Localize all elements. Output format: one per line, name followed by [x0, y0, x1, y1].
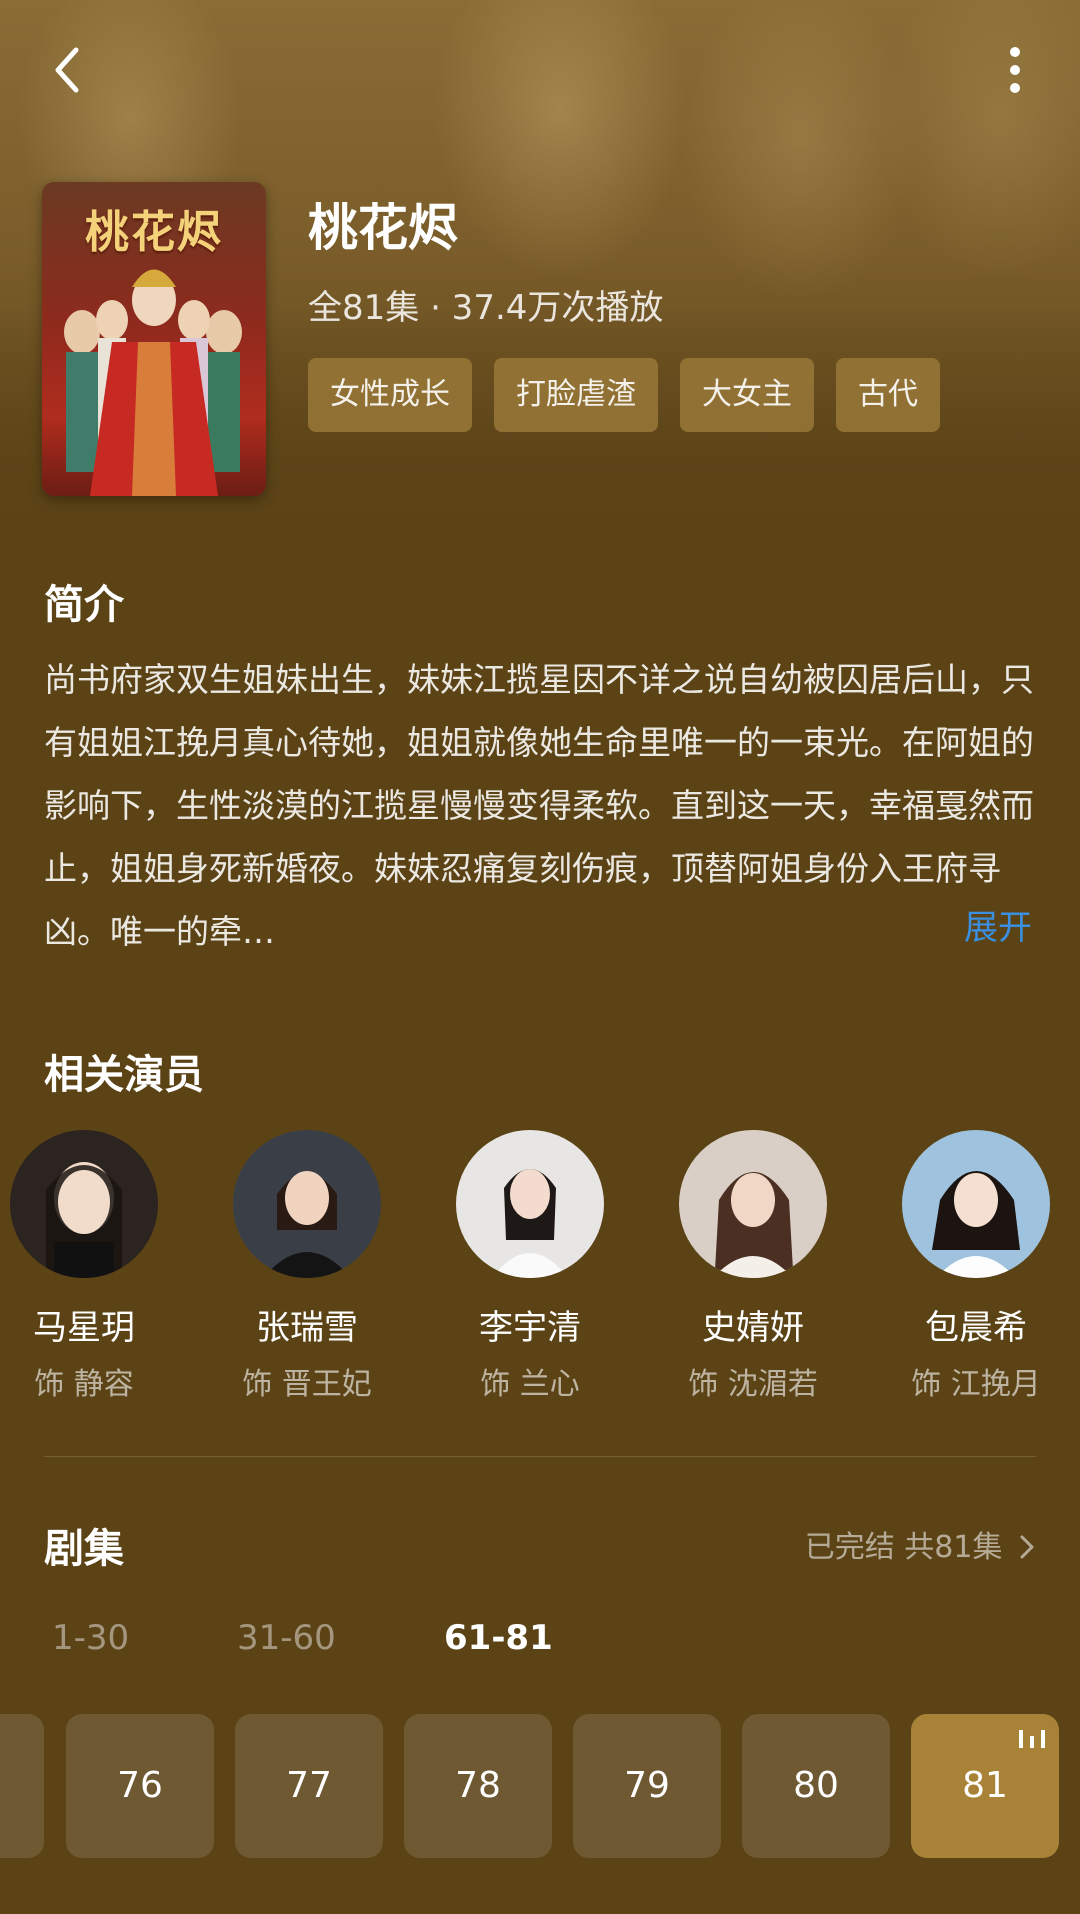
- avatar: [10, 1130, 158, 1278]
- episodes-status-text: 已完结 共81集: [804, 1530, 1003, 1565]
- back-button[interactable]: [38, 40, 98, 100]
- episodes-status-link[interactable]: 已完结 共81集: [805, 1522, 1036, 1566]
- episode-button-active[interactable]: 81: [911, 1714, 1059, 1858]
- more-button[interactable]: [990, 40, 1040, 100]
- drama-title: 桃花烬: [308, 199, 458, 257]
- actor-card[interactable]: 张瑞雪 饰 晋王妃: [207, 1130, 407, 1403]
- actor-name: 马星玥: [33, 1308, 135, 1348]
- poster-illustration: [64, 269, 242, 496]
- drama-meta: 全81集 · 37.4万次播放: [308, 288, 664, 328]
- avatar: [233, 1130, 381, 1278]
- actor-role: 饰 沈湄若: [688, 1367, 818, 1402]
- chevron-left-icon: [55, 47, 79, 93]
- actor-name: 史婧妍: [702, 1308, 804, 1348]
- actor-role: 饰 兰心: [480, 1367, 580, 1402]
- tag[interactable]: 打脸虐渣: [494, 358, 658, 432]
- avatar: [902, 1130, 1050, 1278]
- episode-button[interactable]: 78: [404, 1714, 552, 1858]
- drama-poster[interactable]: 桃花烬: [42, 182, 266, 496]
- tag[interactable]: 古代: [836, 358, 940, 432]
- range-tab[interactable]: 31-60: [237, 1618, 336, 1658]
- cast-heading: 相关演员: [44, 1052, 204, 1098]
- episode-button[interactable]: 75: [0, 1714, 44, 1858]
- actor-card[interactable]: 史婧妍 饰 沈湄若: [653, 1130, 853, 1403]
- synopsis-heading: 简介: [44, 582, 124, 628]
- actor-name: 张瑞雪: [256, 1308, 358, 1348]
- episode-button[interactable]: 79: [573, 1714, 721, 1858]
- divider: [44, 1456, 1036, 1457]
- chevron-right-icon: [1020, 1535, 1034, 1559]
- cast-list: 马星玥 饰 静容 张瑞雪 饰 晋王妃 李宇清 饰 兰心 史婧妍 饰 沈湄若 包晨…: [0, 1130, 1080, 1410]
- actor-role: 饰 江挽月: [911, 1367, 1041, 1402]
- actor-card[interactable]: 马星玥 饰 静容: [0, 1130, 184, 1403]
- actor-role: 饰 晋王妃: [242, 1367, 372, 1402]
- episodes-heading: 剧集: [44, 1526, 124, 1572]
- tag-list: 女性成长 打脸虐渣 大女主 古代: [308, 358, 940, 432]
- drama-detail-page: 桃花烬 桃花烬 全81集 · 37.4万次播放 女性成长 打脸虐渣 大女主 古代…: [0, 0, 1080, 1914]
- actor-name: 李宇清: [479, 1308, 581, 1348]
- range-tab[interactable]: 1-30: [52, 1618, 129, 1658]
- episode-button[interactable]: 76: [66, 1714, 214, 1858]
- avatar: [679, 1130, 827, 1278]
- actor-name: 包晨希: [925, 1308, 1027, 1348]
- tag[interactable]: 大女主: [680, 358, 814, 432]
- range-tab-active[interactable]: 61-81: [444, 1618, 553, 1658]
- avatar: [456, 1130, 604, 1278]
- episode-button[interactable]: 77: [235, 1714, 383, 1858]
- episode-button[interactable]: 80: [742, 1714, 890, 1858]
- episode-number: 81: [962, 1765, 1008, 1806]
- expand-link[interactable]: 展开: [964, 900, 1032, 949]
- tag[interactable]: 女性成长: [308, 358, 472, 432]
- actor-card[interactable]: 包晨希 饰 江挽月: [876, 1130, 1076, 1403]
- actor-role: 饰 静容: [34, 1367, 134, 1402]
- actor-card[interactable]: 李宇清 饰 兰心: [430, 1130, 630, 1403]
- synopsis-text: 尚书府家双生姐妹出生，妹妹江揽星因不详之说自幼被囚居后山，只有姐姐江挽月真心待她…: [44, 660, 1034, 951]
- playing-icon: [1019, 1730, 1045, 1748]
- episode-list: 75 76 77 78 79 80 81: [0, 1714, 1080, 1860]
- more-vertical-icon: [1010, 47, 1020, 93]
